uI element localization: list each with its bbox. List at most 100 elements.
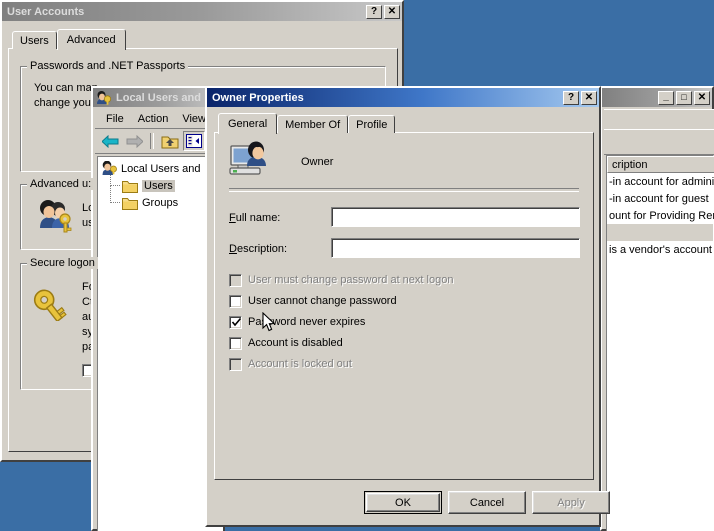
description-rest: escription: (236, 243, 288, 255)
console-users-icon (97, 90, 111, 105)
description-input[interactable] (331, 238, 580, 258)
row-description: -in account for guest (609, 192, 709, 205)
ok-button-label: OK (395, 496, 411, 509)
tab-advanced[interactable]: Advanced (56, 29, 126, 50)
minimize-icon[interactable]: _ (658, 90, 674, 105)
tree-connector (110, 185, 120, 203)
folder-icon (122, 197, 138, 210)
results-list[interactable]: cription -in account for adminis -in acc… (606, 155, 714, 531)
table-row[interactable]: is a vendor's account (607, 241, 713, 258)
tab-advanced-label: Advanced (66, 34, 116, 46)
check-mark-icon (231, 317, 242, 326)
key-icon (33, 289, 67, 321)
table-row[interactable]: ount for Providing Rem (607, 207, 714, 224)
computer-users-icon (102, 161, 117, 175)
checkbox-user-must-change-password: User must change password at next logon (229, 272, 453, 288)
owner-properties-tabstrip: General Member Of Profile (214, 112, 598, 134)
column-header-description-label: cription (612, 158, 648, 171)
full-name-rest: ull name: (235, 212, 281, 224)
help-button[interactable]: ? (563, 90, 579, 105)
owner-properties-dialog: Owner Properties ? ✕ General Member Of P… (205, 86, 610, 527)
back-arrow-icon[interactable] (99, 131, 121, 151)
group-passwords-text-line1: You can man (34, 82, 98, 94)
user-accounts-tabstrip: Users Advanced (8, 28, 402, 50)
two-users-key-icon (40, 200, 72, 233)
checkbox-label: Account is disabled (248, 337, 343, 349)
results-menubar[interactable] (604, 109, 714, 130)
results-titlebar-buttons: _ □ ✕ (658, 90, 710, 105)
full-name-accel: F (229, 212, 236, 224)
group-advanced-title: Advanced u: (27, 178, 95, 190)
maximize-icon[interactable]: □ (676, 90, 692, 105)
apply-button-label: Apply (557, 496, 585, 509)
tab-users[interactable]: Users (12, 31, 57, 49)
checkbox-account-is-disabled[interactable]: Account is disabled (229, 335, 343, 351)
ok-button[interactable]: OK (364, 491, 442, 514)
tab-profile-label: Profile (356, 118, 388, 131)
owner-properties-titlebar-buttons: ? ✕ (563, 90, 597, 105)
tab-users-label: Users (20, 34, 49, 47)
results-toolbar[interactable] (604, 129, 714, 155)
results-window: _ □ ✕ cription -in account for adminis -… (600, 86, 714, 531)
cancel-button-label: Cancel (469, 496, 505, 509)
table-row[interactable]: -in account for guest (607, 190, 713, 207)
close-icon[interactable]: ✕ (581, 90, 597, 105)
description-field[interactable] (332, 239, 579, 257)
checkbox-account-is-locked-out: Account is locked out (229, 356, 352, 372)
toolbar-separator (150, 133, 154, 149)
table-row-selected[interactable] (607, 224, 713, 241)
up-one-level-icon[interactable] (159, 131, 181, 151)
description-label: Description: (229, 243, 287, 255)
header-separator (229, 188, 579, 192)
checkbox-label: User must change password at next logon (248, 274, 454, 286)
checkbox-box (229, 273, 242, 287)
tree-label: Groups (142, 196, 179, 209)
user-accounts-title: User Accounts (7, 5, 85, 18)
menu-file[interactable]: File (99, 111, 131, 127)
checkbox-label: Password never expires (248, 316, 366, 328)
results-titlebar[interactable]: _ □ ✕ (602, 88, 712, 107)
close-icon[interactable]: ✕ (384, 4, 400, 19)
group-secure-logon-title: Secure logon (27, 257, 98, 269)
checkbox-label: Account is locked out (248, 358, 352, 370)
tab-general[interactable]: General (218, 113, 278, 134)
owner-properties-title: Owner Properties (212, 91, 304, 104)
user-accounts-titlebar[interactable]: User Accounts ? ✕ (2, 2, 402, 21)
row-description: is a vendor's account (609, 243, 712, 256)
tab-member-of[interactable]: Member Of (277, 115, 349, 133)
full-name-field[interactable] (332, 208, 579, 226)
tab-profile[interactable]: Profile (348, 115, 396, 133)
row-description: ount for Providing Rem (609, 209, 714, 222)
folder-icon (122, 180, 138, 193)
full-name-input[interactable] (331, 207, 580, 227)
full-name-label: Full name: (229, 212, 280, 224)
menu-action[interactable]: Action (131, 111, 176, 127)
owner-properties-titlebar[interactable]: Owner Properties ? ✕ (207, 88, 599, 107)
apply-button: Apply (532, 491, 610, 514)
tree-item-groups[interactable]: Groups (98, 185, 222, 211)
checkbox-box[interactable] (229, 315, 242, 329)
close-icon[interactable]: ✕ (694, 90, 710, 105)
table-row[interactable]: -in account for adminis (607, 173, 714, 190)
checkbox-password-never-expires[interactable]: Password never expires (229, 314, 365, 330)
checkbox-box (229, 357, 242, 371)
tree-label: Users (142, 179, 175, 192)
forward-arrow-icon (123, 131, 145, 151)
account-name-label: Owner (301, 156, 334, 168)
tab-general-label: General (228, 118, 268, 130)
group-passwords-text-line2: change your (34, 97, 95, 109)
group-passwords-title: Passwords and .NET Passports (27, 60, 189, 72)
help-button[interactable]: ? (366, 4, 382, 19)
cancel-button[interactable]: Cancel (448, 491, 526, 514)
checkbox-box[interactable] (229, 336, 242, 350)
row-description: -in account for adminis (609, 175, 714, 188)
local-users-titlebar[interactable]: Local Users and (93, 88, 223, 107)
checkbox-box[interactable] (229, 294, 242, 308)
tree-label: Local Users and (121, 162, 201, 175)
results-column-header[interactable]: cription (607, 156, 714, 173)
checkbox-label: User cannot change password (248, 295, 397, 307)
desktop: User Accounts ? ✕ Users Advanced Passwor… (0, 0, 714, 531)
tab-member-of-label: Member Of (285, 118, 341, 131)
checkbox-user-cannot-change-password[interactable]: User cannot change password (229, 293, 397, 309)
show-hide-console-tree-icon[interactable] (183, 131, 205, 151)
